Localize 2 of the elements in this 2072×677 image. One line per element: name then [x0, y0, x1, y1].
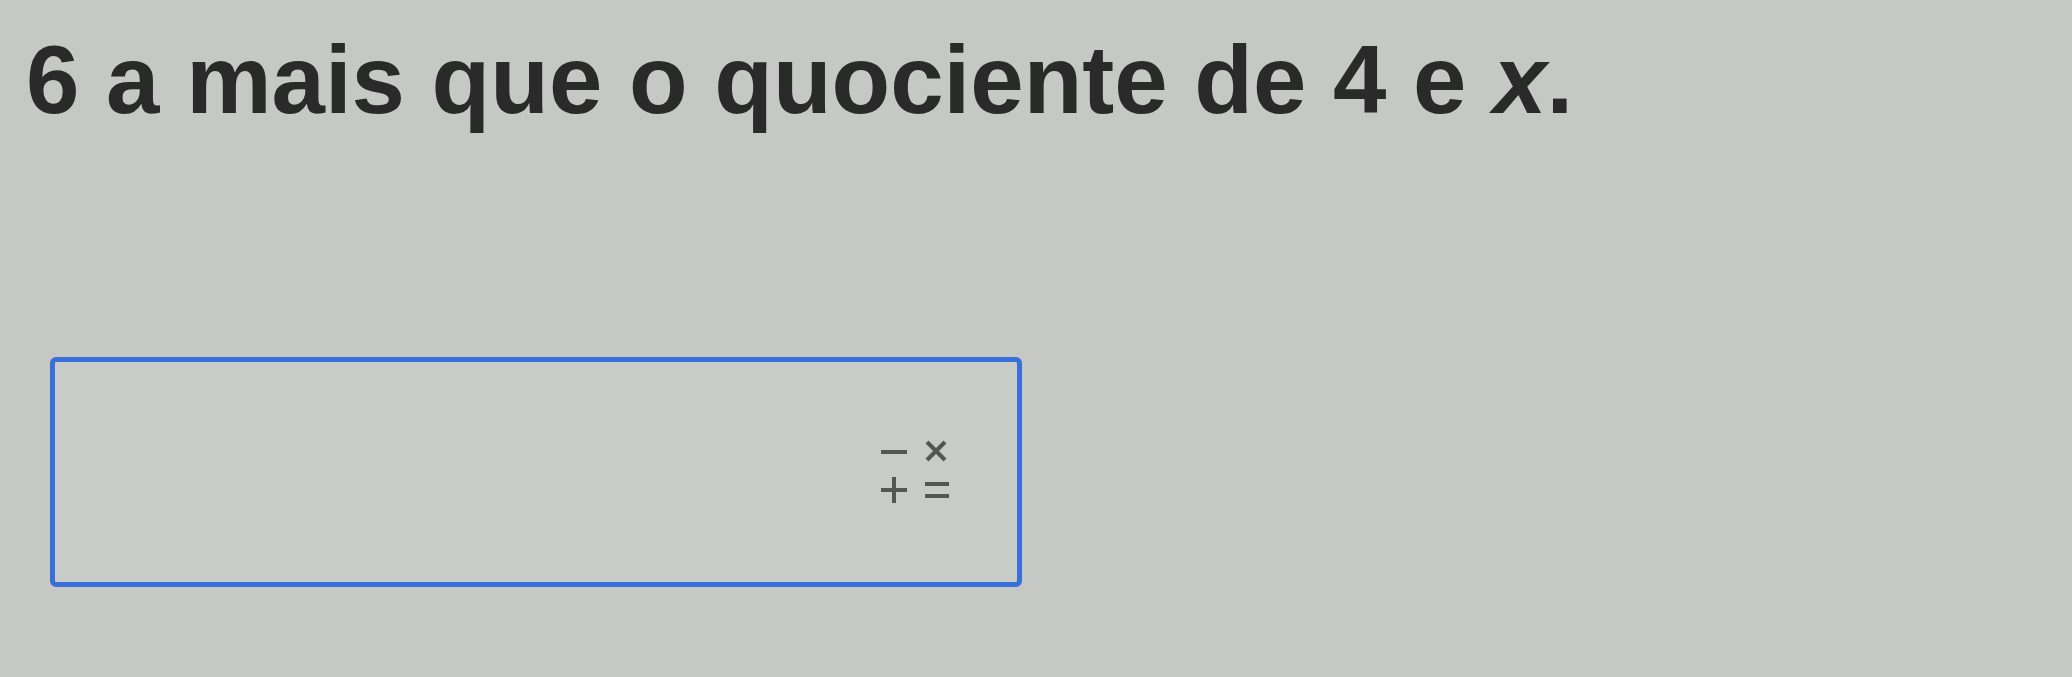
question-text: 6 a mais que o quociente de 4 e x. [26, 25, 1575, 135]
answer-field[interactable] [50, 357, 1022, 588]
